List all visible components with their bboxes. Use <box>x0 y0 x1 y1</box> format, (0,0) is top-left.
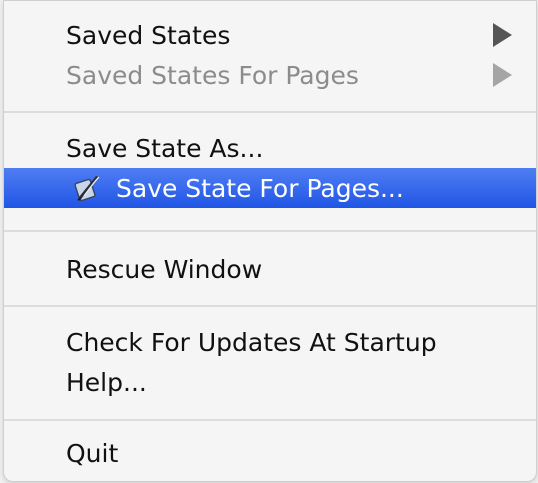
menu-separator <box>4 305 536 307</box>
menu-separator <box>4 419 536 421</box>
chevron-right-icon <box>493 23 512 47</box>
menu-item-saved-states-for-pages: Saved States For Pages <box>4 55 536 95</box>
menu-item-saved-states[interactable]: Saved States <box>4 15 536 55</box>
menu-item-check-for-updates[interactable]: Check For Updates At Startup <box>4 322 536 362</box>
menu-item-quit[interactable]: Quit <box>4 433 536 473</box>
menu-item-label: Quit <box>66 438 119 468</box>
menu-separator <box>4 111 536 113</box>
menu-item-label: Help... <box>66 367 147 397</box>
menu-item-label: Save State As... <box>66 133 264 163</box>
pages-quill-icon <box>74 176 100 202</box>
menu-item-help[interactable]: Help... <box>4 362 536 402</box>
menu-item-label: Saved States For Pages <box>66 60 359 90</box>
menu-item-save-state-as[interactable]: Save State As... <box>4 128 536 168</box>
menu-item-label: Check For Updates At Startup <box>66 327 437 357</box>
chevron-right-icon <box>493 63 512 87</box>
menu-item-label: Rescue Window <box>66 254 263 284</box>
menu-item-rescue-window[interactable]: Rescue Window <box>4 249 536 289</box>
context-menu: Saved States Saved States For Pages Save… <box>3 0 537 482</box>
menu-separator <box>4 230 536 232</box>
menu-item-label: Saved States <box>66 20 231 50</box>
menu-item-label: Save State For Pages... <box>116 173 404 203</box>
menu-item-save-state-for-pages[interactable]: Save State For Pages... <box>4 168 536 208</box>
